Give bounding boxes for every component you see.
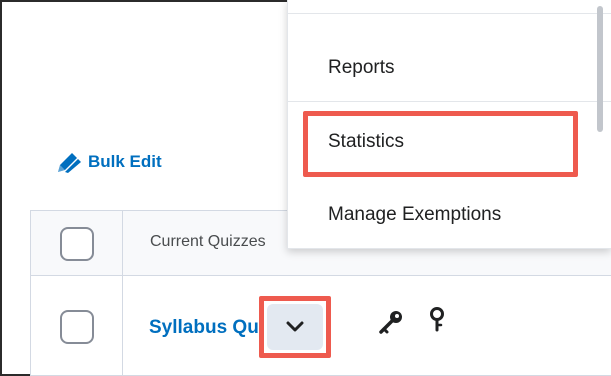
select-all-checkbox[interactable] (60, 227, 94, 261)
chevron-down-icon (286, 321, 304, 332)
column-divider (122, 276, 123, 375)
bulk-edit-label: Bulk Edit (88, 152, 162, 171)
menu-item-manage-exemptions[interactable]: Manage Exemptions (328, 204, 501, 226)
dropdown-button-body[interactable] (267, 304, 323, 350)
column-divider (122, 211, 123, 275)
menu-scrollbar[interactable] (597, 6, 603, 132)
quiz-title-link[interactable]: Syllabus Quiz (149, 317, 274, 339)
menu-divider (288, 13, 611, 14)
menu-item-reports[interactable]: Reports (328, 57, 395, 79)
quiz-actions-dropdown-button[interactable] (259, 296, 331, 358)
menu-divider (288, 248, 611, 249)
menu-divider (288, 101, 611, 102)
pencil-double-icon (58, 153, 81, 173)
row-select-checkbox[interactable] (60, 310, 94, 344)
key-icon (379, 311, 402, 334)
bulk-edit-button[interactable]: Bulk Edit (56, 147, 162, 177)
pin-icon (430, 307, 444, 332)
column-header-current-quizzes: Current Quizzes (150, 233, 266, 250)
statistics-highlight-box (303, 111, 578, 177)
quiz-actions-menu: Reports Statistics Manage Exemptions (287, 0, 611, 249)
